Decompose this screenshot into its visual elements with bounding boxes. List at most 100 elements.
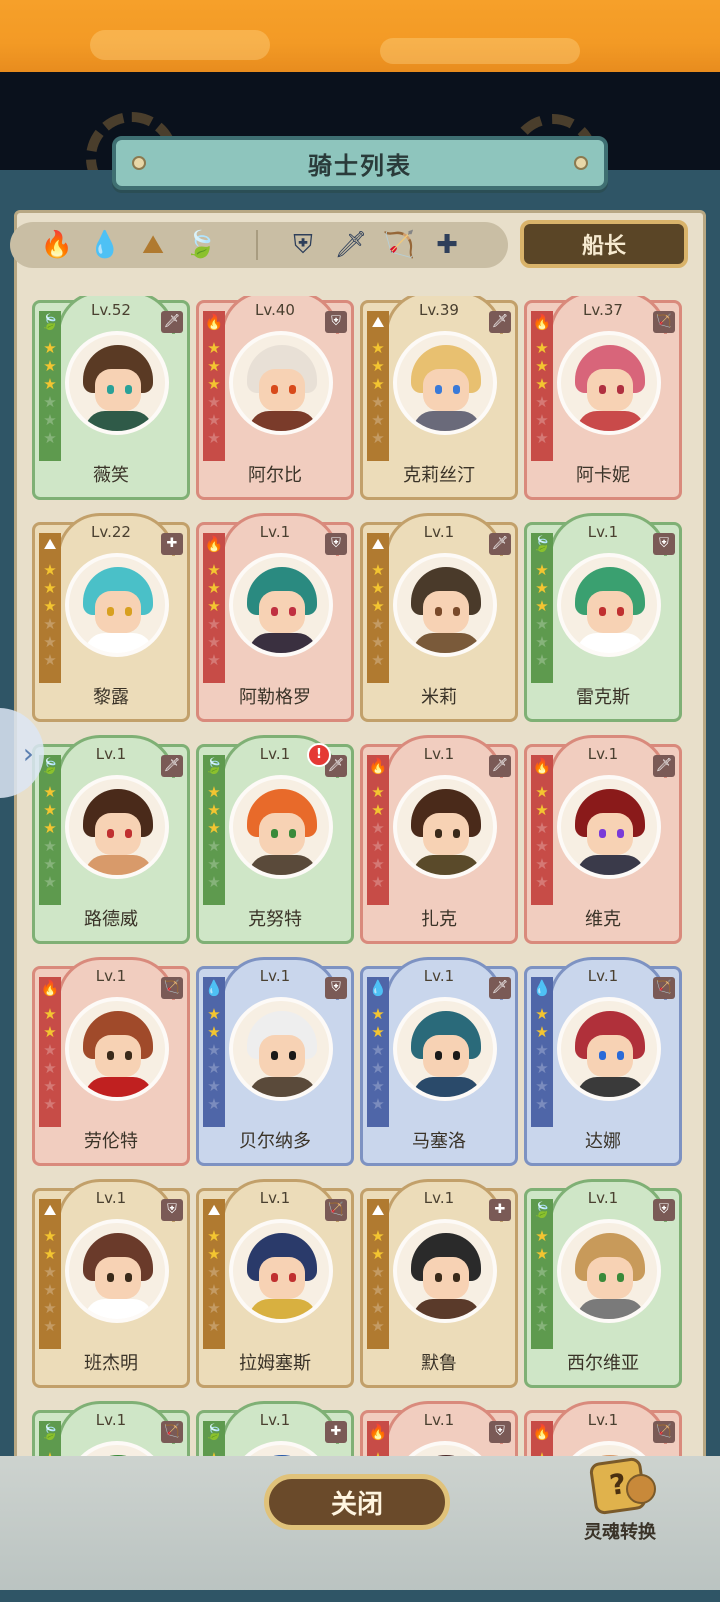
knight-card[interactable]: Lv.1 🔥 ★ ★ ★ ★ ★ ★ ⛨ 阿勒格罗 <box>196 513 354 722</box>
knight-name: 米莉 <box>421 687 457 708</box>
knight-portrait <box>65 775 169 879</box>
knight-grid: Lv.52 🍃 ★ ★ ★ ★ ★ ★ 🗡 薇笑 Lv.40 🔥 ★ ★ ★ ★ ★ ★ ⛨ 阿尔比 Lv.39 ⛰ ★ ★ ★… <box>30 296 690 1456</box>
star-rating: ★★★★★★ <box>371 1005 385 1113</box>
knight-card[interactable]: Lv.1🍃★★★★★★🏹 <box>32 1401 190 1456</box>
knight-card[interactable]: Lv.1 🍃 ★ ★ ★ ★ ★ ★ ⛨ 雷克斯 <box>524 513 682 722</box>
class-icon: 🏹 <box>653 311 675 333</box>
element-icon: 🔥 <box>532 757 552 775</box>
class-icon: ✚ <box>161 533 183 555</box>
class-icon: ✚ <box>489 1199 511 1221</box>
title-bar: 骑士列表 <box>112 136 608 190</box>
bottom-strip <box>0 1590 720 1602</box>
knight-portrait <box>65 997 169 1101</box>
class-icon: ⛨ <box>489 1421 511 1443</box>
class-icon: 🗡 <box>489 755 511 777</box>
star-rating: ★★★★★★ <box>371 783 385 891</box>
knight-card[interactable]: Lv.1 🍃 ★ ★ ★ ★ ★ ★ 🗡 路德威 <box>32 735 190 944</box>
class-icon: 🗡 <box>161 311 183 333</box>
sword-icon[interactable]: 🗡 <box>332 226 370 264</box>
element-icon: 💧 <box>532 979 552 997</box>
captain-button[interactable]: 船长 <box>520 220 688 268</box>
knight-card[interactable]: Lv.1 🍃 ★ ★ ★ ★ ★ ★ ⛨ 西尔维亚 <box>524 1179 682 1388</box>
element-icon: ⛰ <box>371 535 385 553</box>
star-rating: ★★★★★★ <box>207 783 221 891</box>
star-rating: ★★★★★★ <box>535 783 549 891</box>
knight-card[interactable]: Lv.1 🔥 ★ ★ ★ ★ ★ ★ 🗡 维克 <box>524 735 682 944</box>
knight-card[interactable]: Lv.1🍃★★★★★★✚ <box>196 1401 354 1456</box>
page-title: 骑士列表 <box>308 151 412 180</box>
knight-card[interactable]: Lv.39 ⛰ ★ ★ ★ ★ ★ ★ 🗡 克莉丝汀 <box>360 296 518 500</box>
knight-name: 克莉丝汀 <box>403 465 475 486</box>
star-rating: ★★★★★★ <box>43 1005 57 1113</box>
knight-portrait <box>393 997 497 1101</box>
knight-card[interactable]: Lv.52 🍃 ★ ★ ★ ★ ★ ★ 🗡 薇笑 <box>32 296 190 500</box>
wind-icon[interactable]: 🍃 <box>182 226 220 264</box>
knight-portrait <box>557 1219 661 1323</box>
class-icon: ⛨ <box>325 977 347 999</box>
soul-convert-button[interactable]: ? 灵魂转换 <box>578 1456 688 1550</box>
knight-name: 阿卡妮 <box>576 465 630 486</box>
knight-card[interactable]: Lv.1 💧 ★ ★ ★ ★ ★ ★ 🗡 马塞洛 <box>360 957 518 1166</box>
knight-card[interactable]: Lv.1 ⛰ ★ ★ ★ ★ ★ ★ ⛨ 班杰明 <box>32 1179 190 1388</box>
knight-portrait <box>229 1219 333 1323</box>
star-rating: ★★★★★★ <box>535 1005 549 1113</box>
knight-card[interactable]: Lv.1 🍃 ★ ★ ★ ★ ★ ★ 🗡 克努特! <box>196 735 354 944</box>
element-icon: 🍃 <box>40 313 60 331</box>
knight-name: 路德威 <box>84 909 138 930</box>
knight-name: 默鲁 <box>421 1353 457 1374</box>
knight-name: 马塞洛 <box>412 1131 466 1152</box>
knight-card[interactable]: Lv.1 ⛰ ★ ★ ★ ★ ★ ★ 🗡 米莉 <box>360 513 518 722</box>
knight-portrait <box>393 1219 497 1323</box>
bow-icon[interactable]: 🏹 <box>380 226 418 264</box>
class-icon: 🏹 <box>653 977 675 999</box>
element-icon: ⛰ <box>43 535 57 553</box>
knight-portrait <box>557 331 661 435</box>
fire-icon[interactable]: 🔥 <box>38 226 76 264</box>
element-icon: 🍃 <box>204 1423 224 1441</box>
knight-card[interactable]: Lv.1 🔥 ★ ★ ★ ★ ★ ★ 🗡 扎克 <box>360 735 518 944</box>
knight-card[interactable]: Lv.1🔥★★★★★★🏹 <box>524 1401 682 1456</box>
element-icon: ⛰ <box>371 1201 385 1219</box>
knight-card[interactable]: Lv.1 ⛰ ★ ★ ★ ★ ★ ★ 🏹 拉姆塞斯 <box>196 1179 354 1388</box>
shield-icon[interactable]: ⛨ <box>284 226 322 264</box>
close-button[interactable]: 关闭 <box>264 1474 450 1530</box>
star-rating: ★★★★★★ <box>371 1227 385 1335</box>
knight-name: 黎露 <box>93 687 129 708</box>
star-rating: ★★★★★★ <box>207 1227 221 1335</box>
knight-portrait <box>229 997 333 1101</box>
element-icon: 🔥 <box>532 313 552 331</box>
class-icon: 🗡 <box>489 533 511 555</box>
class-icon: ✚ <box>325 1421 347 1443</box>
knight-card[interactable]: Lv.1 ⛰ ★ ★ ★ ★ ★ ★ ✚ 默鲁 <box>360 1179 518 1388</box>
knight-card[interactable]: Lv.1 💧 ★ ★ ★ ★ ★ ★ ⛨ 贝尔纳多 <box>196 957 354 1166</box>
knight-card[interactable]: Lv.1 🔥 ★ ★ ★ ★ ★ ★ 🏹 劳伦特 <box>32 957 190 1166</box>
class-icon: 🗡 <box>653 755 675 777</box>
knight-name: 雷克斯 <box>576 687 630 708</box>
knight-card[interactable]: Lv.1🔥★★★★★★⛨ <box>360 1401 518 1456</box>
star-rating: ★★★★★★ <box>40 1449 60 1456</box>
knight-name: 西尔维亚 <box>567 1353 639 1374</box>
star-rating: ★★★★★★ <box>535 339 549 447</box>
knight-name: 阿尔比 <box>248 465 302 486</box>
knight-name: 维克 <box>585 909 621 930</box>
water-icon[interactable]: 💧 <box>86 226 124 264</box>
healer-icon[interactable]: ✚ <box>428 226 466 264</box>
knight-card[interactable]: Lv.37 🔥 ★ ★ ★ ★ ★ ★ 🏹 阿卡妮 <box>524 296 682 500</box>
knight-card[interactable]: Lv.22 ⛰ ★ ★ ★ ★ ★ ★ ✚ 黎露 <box>32 513 190 722</box>
knight-portrait <box>393 331 497 435</box>
knight-portrait <box>65 553 169 657</box>
element-icon: 🔥 <box>204 535 224 553</box>
element-icon: 💧 <box>368 979 388 997</box>
soul-orb-icon <box>626 1474 656 1504</box>
knight-name: 达娜 <box>585 1131 621 1152</box>
star-rating: ★★★★★★ <box>43 783 57 891</box>
knight-card[interactable]: Lv.1 💧 ★ ★ ★ ★ ★ ★ 🏹 达娜 <box>524 957 682 1166</box>
star-rating: ★★★★★★ <box>535 1227 549 1335</box>
knight-portrait <box>229 553 333 657</box>
class-icon: ⛨ <box>653 1199 675 1221</box>
knight-card[interactable]: Lv.40 🔥 ★ ★ ★ ★ ★ ★ ⛨ 阿尔比 <box>196 296 354 500</box>
knight-portrait <box>229 775 333 879</box>
knight-portrait <box>65 331 169 435</box>
class-icon: ⛨ <box>161 1199 183 1221</box>
earth-icon[interactable]: ⛰ <box>134 226 172 264</box>
